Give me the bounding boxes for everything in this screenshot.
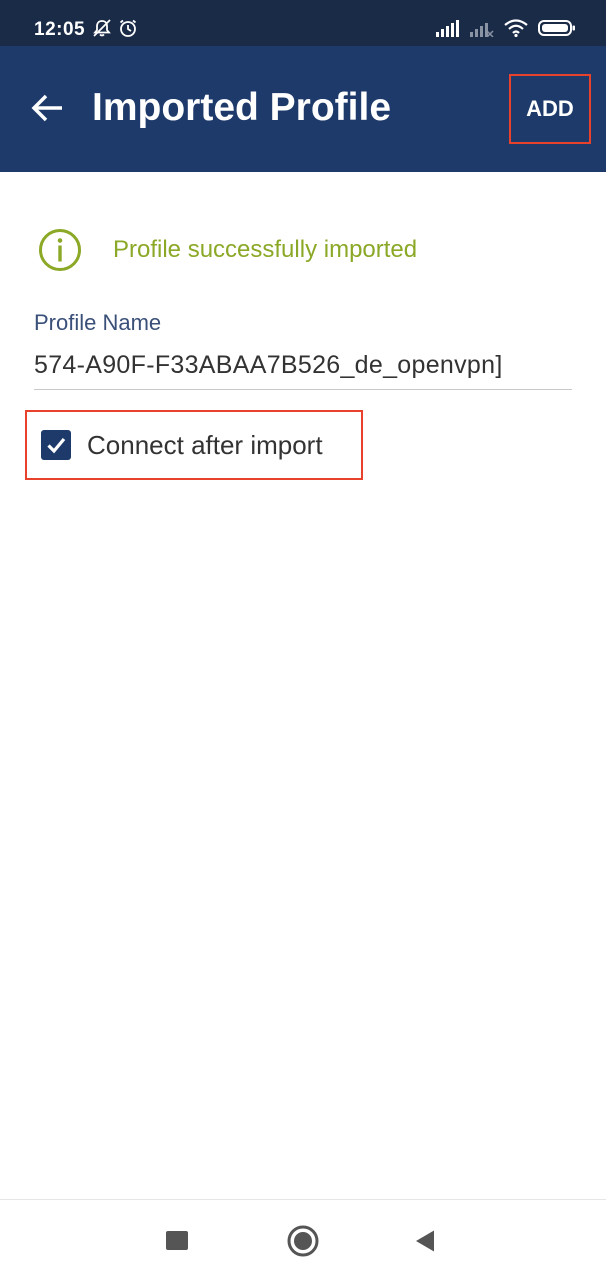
app-bar: Imported Profile ADD <box>0 46 606 172</box>
profile-name-label: Profile Name <box>34 310 162 335</box>
status-left-icons <box>92 18 138 38</box>
checkmark-icon <box>47 437 66 454</box>
status-bar: 12:05 <box>0 0 606 46</box>
back-triangle-icon[interactable] <box>414 1229 436 1253</box>
arrow-left-icon <box>31 94 62 122</box>
connect-after-import-label: Connect after import <box>87 429 323 460</box>
connect-after-import-checkbox[interactable]: Connect after import <box>25 410 363 480</box>
add-button-label: ADD <box>526 96 574 121</box>
success-message-text: Profile successfully imported <box>113 236 418 263</box>
status-time: 12:05 <box>34 19 86 40</box>
wifi-icon <box>504 19 528 37</box>
signal-icon <box>436 20 459 37</box>
success-message: Profile successfully imported <box>38 228 417 272</box>
profile-name-input[interactable] <box>34 342 572 390</box>
battery-icon <box>538 20 575 36</box>
alarm-icon <box>119 19 137 37</box>
info-icon <box>39 229 81 271</box>
recents-square-icon[interactable] <box>166 1231 188 1250</box>
home-circle-icon[interactable] <box>287 1225 319 1257</box>
page-title: Imported Profile <box>92 86 392 129</box>
navigation-bar <box>0 1199 606 1280</box>
status-right-icons <box>436 19 576 37</box>
back-button[interactable] <box>28 88 68 128</box>
add-button[interactable]: ADD <box>509 74 591 144</box>
checkbox-checked[interactable] <box>41 430 71 460</box>
signal-weak-icon <box>470 23 494 37</box>
notifications-off-icon <box>93 19 111 37</box>
